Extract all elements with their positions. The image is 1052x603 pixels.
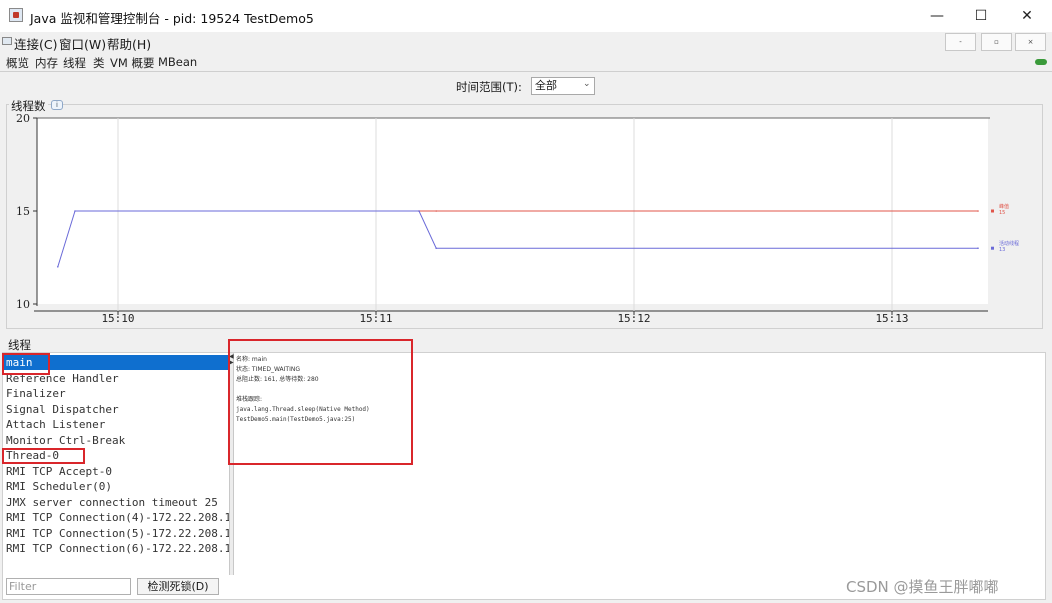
thread-list-item[interactable]: RMI Scheduler(0) bbox=[3, 479, 229, 494]
filter-input[interactable]: Filter bbox=[6, 578, 131, 595]
data-point bbox=[74, 210, 76, 212]
highlight-box-thread-0 bbox=[2, 448, 85, 464]
y-tick-label: 10 bbox=[16, 298, 30, 311]
data-point bbox=[977, 247, 979, 249]
thread-list-item[interactable]: JMX server connection timeout 25 bbox=[3, 495, 229, 510]
thread-count-chart: 15:10 15:11 15:12 15:13201510峰值15活动线程13 bbox=[16, 112, 1019, 325]
data-point bbox=[977, 210, 979, 212]
thread-list-item[interactable]: Finalizer bbox=[3, 386, 229, 401]
thread-list-item[interactable]: RMI TCP Connection(6)-172.22.208.1 bbox=[3, 541, 231, 556]
threads-section-title: 线程 bbox=[8, 338, 31, 352]
highlight-box-main bbox=[2, 353, 50, 375]
thread-list-item[interactable]: Signal Dispatcher bbox=[3, 402, 229, 417]
data-point bbox=[435, 210, 438, 212]
x-tick-label: 15:13 bbox=[875, 312, 908, 325]
highlight-box-details bbox=[228, 339, 413, 465]
thread-list-item[interactable]: Monitor Ctrl-Break bbox=[3, 433, 229, 448]
series-end-marker bbox=[991, 209, 994, 213]
series-end-marker bbox=[991, 246, 994, 250]
legend-label: 活动线程 bbox=[999, 240, 1019, 247]
thread-list-item[interactable]: RMI TCP Connection(5)-172.22.208.1 bbox=[3, 526, 231, 541]
x-tick-label: 15:11 bbox=[359, 312, 392, 325]
watermark: CSDN @摸鱼王胖嘟嘟 bbox=[846, 578, 999, 596]
thread-list-item[interactable]: Attach Listener bbox=[3, 417, 229, 432]
y-tick-label: 20 bbox=[16, 112, 30, 125]
legend-label: 峰值 bbox=[999, 203, 1009, 210]
data-point bbox=[435, 247, 438, 249]
x-tick-label: 15:12 bbox=[617, 312, 650, 325]
detect-deadlock-button[interactable]: 检测死锁(D) bbox=[137, 578, 219, 595]
legend-value: 13 bbox=[999, 247, 1005, 253]
data-point bbox=[418, 210, 420, 212]
thread-list[interactable]: main Reference Handler Finalizer Signal Dis… bbox=[3, 355, 231, 577]
thread-list-item[interactable]: RMI TCP Accept-0 bbox=[3, 464, 229, 479]
data-point bbox=[57, 266, 59, 268]
legend-value: 15 bbox=[999, 210, 1005, 216]
thread-list-item[interactable]: RMI TCP Connection(4)-172.22.208.1 bbox=[3, 510, 231, 525]
y-tick-label: 15 bbox=[16, 205, 30, 218]
x-tick-label: 15:10 bbox=[101, 312, 134, 325]
